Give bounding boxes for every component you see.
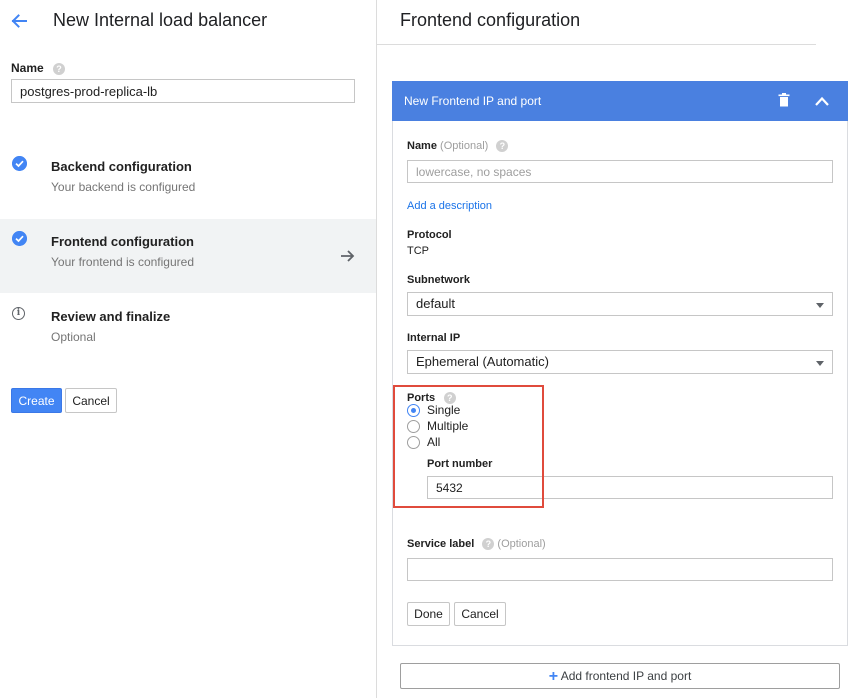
name-input[interactable] xyxy=(11,79,355,103)
trash-icon[interactable] xyxy=(778,93,790,107)
step-title: Review and finalize xyxy=(51,309,171,324)
arrow-forward-icon xyxy=(341,250,355,262)
chevron-up-icon[interactable] xyxy=(814,95,830,107)
optional-tag: (Optional) xyxy=(497,538,546,550)
service-label-label: Service label ? (Optional) xyxy=(407,538,546,551)
frontend-name-input[interactable] xyxy=(407,160,833,183)
add-frontend-ip-button[interactable]: + Add frontend IP and port xyxy=(400,663,840,689)
step-backend-configuration[interactable]: Backend configuration Your backend is co… xyxy=(0,144,376,218)
frontend-name-label-text: Name xyxy=(407,140,437,152)
name-label: Name ? xyxy=(11,61,66,75)
protocol-label: Protocol xyxy=(407,229,452,241)
service-label-input[interactable] xyxy=(407,558,833,581)
subnetwork-select-value: default xyxy=(416,296,456,311)
section-title: Frontend configuration xyxy=(400,10,581,30)
panel-cancel-button[interactable]: Cancel xyxy=(454,602,506,626)
step-title: Frontend configuration xyxy=(51,234,194,249)
info-icon: i xyxy=(12,307,25,320)
cancel-button[interactable]: Cancel xyxy=(65,388,117,413)
internal-ip-select[interactable]: Ephemeral (Automatic) xyxy=(407,350,833,374)
internal-ip-label: Internal IP xyxy=(407,332,461,344)
help-icon[interactable]: ? xyxy=(482,538,495,551)
panel-header-title: New Frontend IP and port xyxy=(404,94,542,108)
step-subtitle: Your backend is configured xyxy=(51,180,196,194)
step-title: Backend configuration xyxy=(51,159,192,174)
dropdown-caret-icon xyxy=(816,361,824,366)
highlight-annotation xyxy=(393,385,544,508)
left-pane: New Internal load balancer Name ? Backen… xyxy=(0,0,377,698)
check-circle-icon xyxy=(12,231,27,246)
help-icon[interactable]: ? xyxy=(496,140,509,153)
protocol-value: TCP xyxy=(407,245,429,257)
arrow-back-icon[interactable] xyxy=(10,12,28,30)
create-button[interactable]: Create xyxy=(11,388,62,413)
name-label-text: Name xyxy=(11,61,44,75)
subnetwork-select[interactable]: default xyxy=(407,292,833,316)
add-frontend-ip-label: Add frontend IP and port xyxy=(560,669,692,683)
step-review-and-finalize[interactable]: i Review and finalize Optional xyxy=(0,294,376,368)
plus-icon: + xyxy=(548,668,559,685)
help-icon[interactable]: ? xyxy=(53,62,66,75)
optional-tag: (Optional) xyxy=(440,140,489,152)
page-title: New Internal load balancer xyxy=(53,10,268,30)
internal-ip-select-value: Ephemeral (Automatic) xyxy=(416,354,549,369)
frontend-name-label: Name (Optional) ? xyxy=(407,140,509,153)
dropdown-caret-icon xyxy=(816,303,824,308)
step-frontend-configuration[interactable]: Frontend configuration Your frontend is … xyxy=(0,219,376,293)
check-circle-icon xyxy=(12,156,27,171)
done-button[interactable]: Done xyxy=(407,602,450,626)
panel-header[interactable]: New Frontend IP and port xyxy=(392,81,848,121)
step-subtitle: Optional xyxy=(51,330,96,344)
step-subtitle: Your frontend is configured xyxy=(51,255,194,269)
service-label-label-text: Service label xyxy=(407,538,475,550)
add-description-link[interactable]: Add a description xyxy=(407,200,492,212)
subnetwork-label: Subnetwork xyxy=(407,274,470,286)
title-divider xyxy=(377,44,816,45)
